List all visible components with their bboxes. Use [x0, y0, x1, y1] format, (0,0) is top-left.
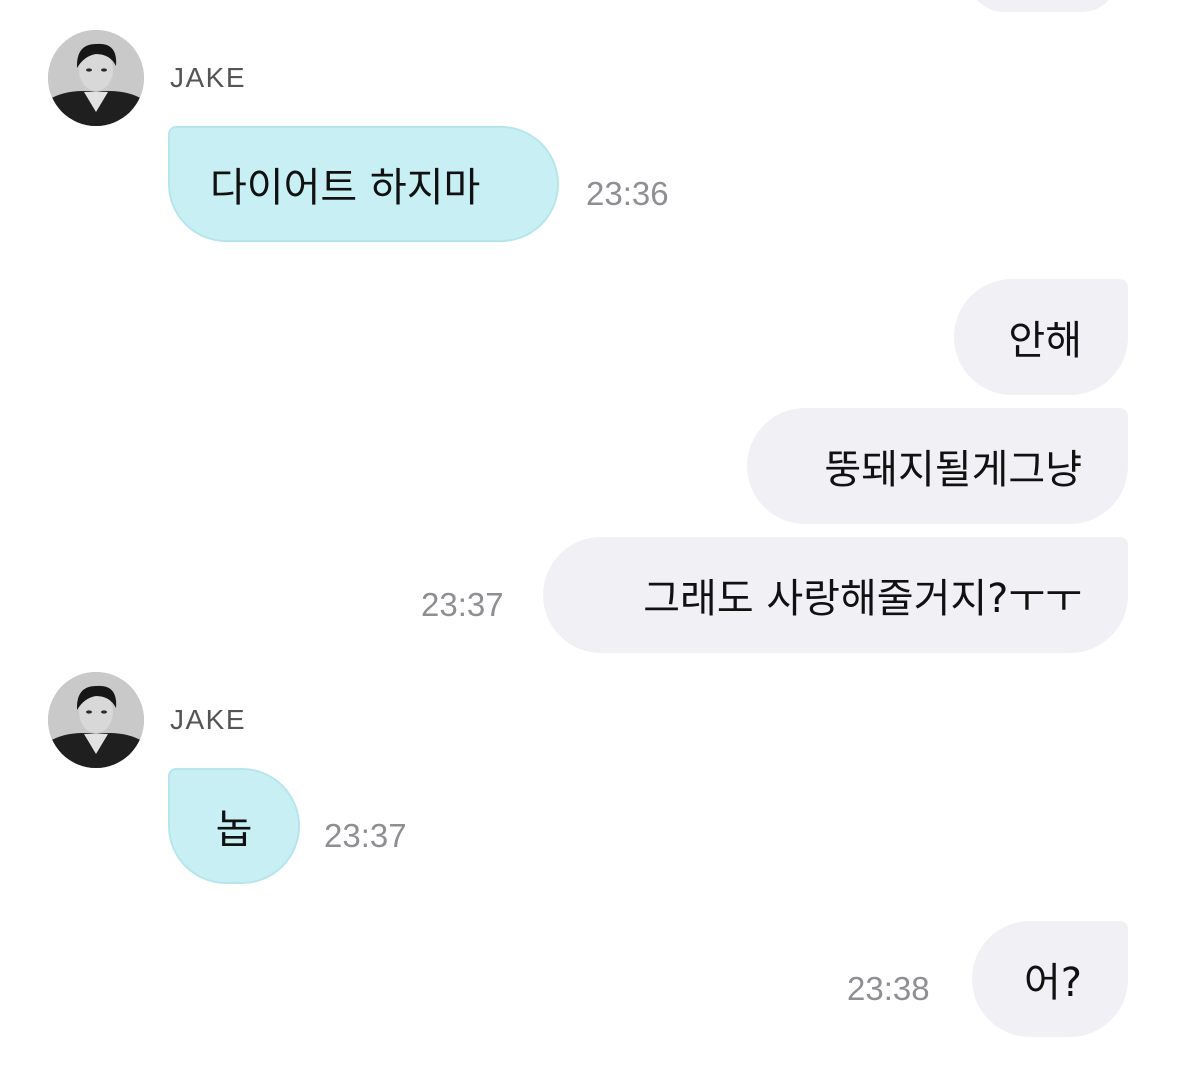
message-text: 놉 — [215, 807, 253, 853]
outgoing-message-bubble[interactable]: 안해 — [954, 279, 1128, 395]
outgoing-message-bubble[interactable]: 어? — [972, 921, 1128, 1037]
message-text: 안해 — [1008, 318, 1082, 364]
message-timestamp: 23:37 — [421, 586, 504, 623]
sender-name: JAKE — [170, 62, 247, 93]
outgoing-message-bubble[interactable]: 뚱돼지될게그냥 — [747, 408, 1128, 524]
avatar[interactable] — [48, 30, 144, 126]
message-text: 어? — [1023, 960, 1082, 1006]
outgoing-message-bubble[interactable]: 그래도 사랑해줄거지?ㅜㅜ — [543, 537, 1128, 653]
message-timestamp: 23:38 — [847, 970, 930, 1007]
message-timestamp: 23:37 — [324, 817, 407, 854]
previous-message-bubble — [968, 0, 1118, 12]
incoming-message-bubble[interactable]: 다이어트 하지마 — [168, 126, 559, 242]
avatar-photo — [48, 672, 144, 768]
message-timestamp: 23:36 — [586, 175, 669, 212]
avatar-photo — [48, 30, 144, 126]
message-text: 그래도 사랑해줄거지?ㅜㅜ — [643, 576, 1082, 622]
message-text: 다이어트 하지마 — [210, 165, 481, 211]
sender-name: JAKE — [170, 704, 247, 735]
avatar[interactable] — [48, 672, 144, 768]
message-text: 뚱돼지될게그냥 — [824, 447, 1082, 493]
incoming-message-bubble[interactable]: 놉 — [168, 768, 300, 884]
